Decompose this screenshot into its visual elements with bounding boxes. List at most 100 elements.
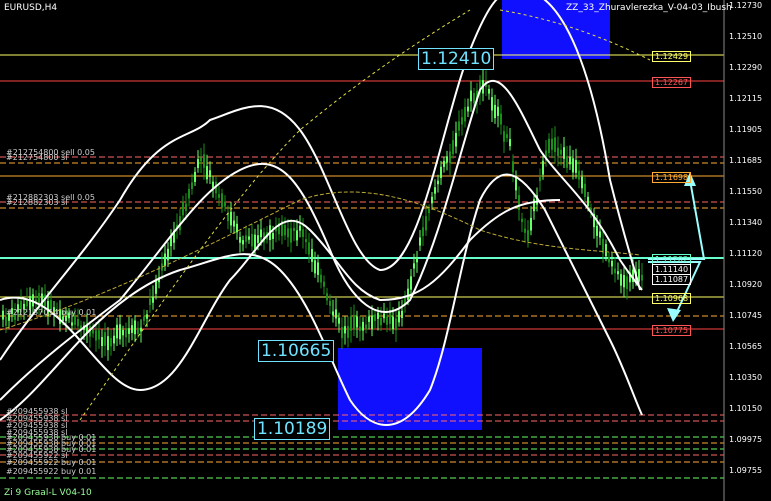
candle-body <box>335 309 337 319</box>
candle-body <box>494 104 496 119</box>
candle-body <box>548 138 550 154</box>
candle-body <box>386 316 388 325</box>
candle-body <box>272 233 274 239</box>
candle-body <box>464 106 466 122</box>
candle-body <box>455 132 457 147</box>
candle-body <box>2 310 4 320</box>
candle-body <box>488 88 490 94</box>
candle-body <box>410 276 412 290</box>
candle-body <box>218 194 220 198</box>
candle-body <box>233 220 235 227</box>
candle-body <box>626 276 628 289</box>
candle-body <box>560 149 562 155</box>
candle-body <box>614 268 616 274</box>
candle-body <box>338 317 340 324</box>
candle-body <box>557 147 559 157</box>
candle-body <box>368 316 370 322</box>
candle-body <box>371 315 373 330</box>
candle-body <box>443 160 445 167</box>
candle-body <box>365 324 367 330</box>
axis-tick-label: 1.10745 <box>729 311 763 320</box>
symbol-label: EURUSD,H4 <box>4 3 58 13</box>
order-label: #209455922 buy 0.01 <box>6 467 97 476</box>
price-tag: 1.10968 <box>652 293 692 304</box>
candle-body <box>359 326 361 332</box>
candle-body <box>116 324 118 339</box>
axis-tick-label: 1.12290 <box>729 63 763 72</box>
band-line <box>0 173 643 426</box>
axis-tick-label: 1.10565 <box>729 342 763 351</box>
support-zone <box>338 348 482 430</box>
candle-body <box>296 230 298 241</box>
candle-body <box>398 311 400 323</box>
candle-body <box>188 188 190 199</box>
candle-body <box>530 217 532 231</box>
candle-body <box>539 177 541 182</box>
candle-body <box>329 300 331 306</box>
axis-tick-label: 1.11905 <box>729 125 763 134</box>
high-price-label: 1.12410 <box>418 48 495 70</box>
indicator-label: ZZ_33_Zhuravlerezka_V-04-03_Ibush <box>566 3 732 13</box>
candle-body <box>470 90 472 102</box>
candle-body <box>287 228 289 238</box>
low-price-label: 1.10189 <box>254 418 331 440</box>
candle-body <box>110 338 112 347</box>
candle-body <box>95 330 97 341</box>
candle-body <box>449 151 451 164</box>
candle-body <box>428 208 430 214</box>
axis-tick-label: 1.12115 <box>729 94 763 103</box>
candle-body <box>74 315 76 325</box>
candle-body <box>167 248 169 261</box>
candle-body <box>164 253 166 267</box>
candle-body <box>320 274 322 283</box>
price-tag: 1.10775 <box>652 325 692 336</box>
candle-body <box>113 335 115 344</box>
candle-body <box>551 138 553 150</box>
candle-body <box>461 117 463 125</box>
candle-body <box>611 260 613 267</box>
candle-body <box>437 180 439 185</box>
candle-body <box>512 161 514 173</box>
candle-body <box>314 260 316 274</box>
candle-body <box>605 244 607 257</box>
price-tag: 1.11087 <box>652 274 692 285</box>
zone-top-price-label: 1.10665 <box>258 340 335 362</box>
candle-body <box>641 274 643 281</box>
axis-tick-label: 1.09975 <box>729 435 763 444</box>
candle-body <box>599 231 601 238</box>
axis-tick-label: 1.11120 <box>729 249 763 258</box>
candle-body <box>146 314 148 319</box>
candle-body <box>419 237 421 246</box>
candle-body <box>521 218 523 223</box>
candle-body <box>242 240 244 245</box>
forecast-arrow <box>648 179 706 260</box>
candle-body <box>236 223 238 233</box>
axis-tick-label: 1.10150 <box>729 404 763 413</box>
candle-body <box>299 225 301 231</box>
candle-body <box>572 158 574 173</box>
axis-tick-label: 1.11685 <box>729 156 763 165</box>
candle-body <box>239 237 241 243</box>
candle-body <box>332 311 334 316</box>
axis-tick-label: 1.12730 <box>729 1 763 10</box>
candle-body <box>308 242 310 255</box>
candle-body <box>623 275 625 288</box>
order-label: #212754800 sl <box>6 153 68 162</box>
candle-body <box>446 156 448 163</box>
candle-body <box>305 239 307 243</box>
price-chart[interactable] <box>0 0 771 501</box>
order-label: #212882303 sl <box>6 198 68 207</box>
candle-body <box>257 235 259 243</box>
candle-body <box>578 170 580 180</box>
candle-body <box>152 296 154 303</box>
candle-body <box>317 262 319 275</box>
candle-body <box>383 313 385 319</box>
candle-body <box>377 312 379 319</box>
candle-body <box>191 182 193 190</box>
candle-body <box>473 92 475 104</box>
candle-body <box>566 156 568 168</box>
price-tag: 1.11698 <box>652 172 692 183</box>
candle-body <box>608 257 610 263</box>
candle-body <box>431 196 433 204</box>
candle-body <box>467 106 469 112</box>
